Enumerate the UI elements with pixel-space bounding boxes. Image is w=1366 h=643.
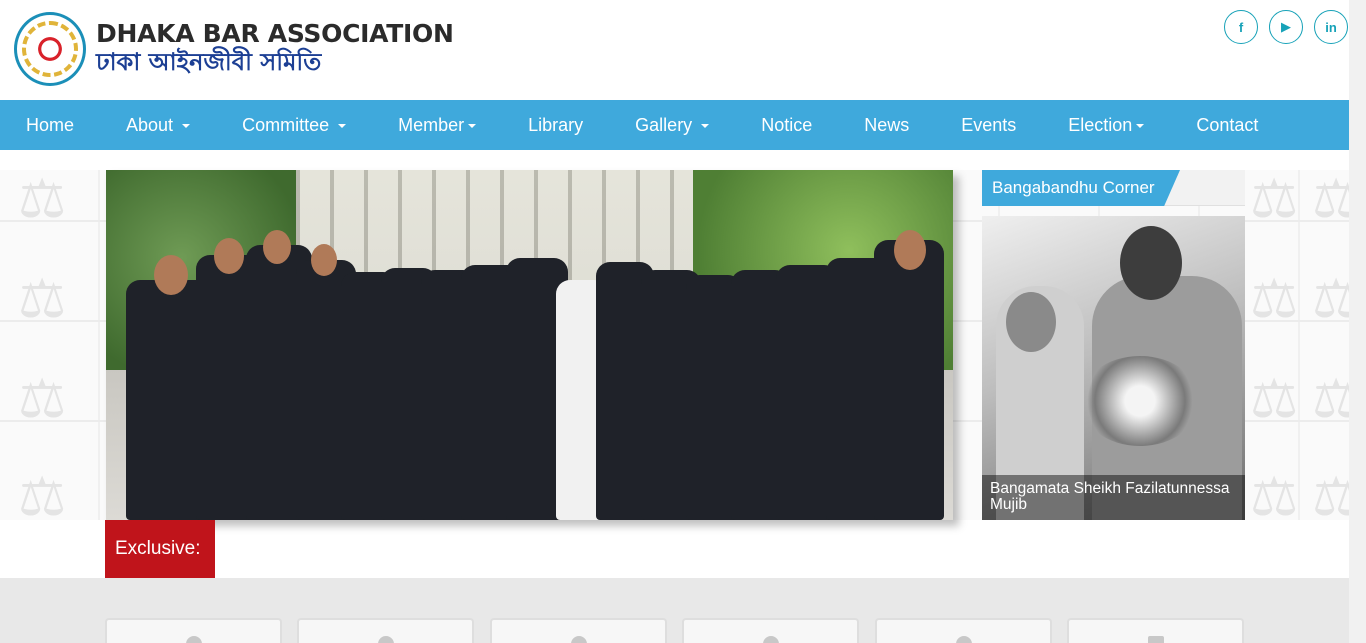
youtube-icon[interactable]: ▶ (1269, 10, 1303, 44)
social-links: f ▶ in (1224, 10, 1348, 44)
nav-item-home[interactable]: Home (26, 115, 74, 136)
facebook-icon[interactable]: f (1224, 10, 1258, 44)
hero-slider-image[interactable] (106, 170, 953, 520)
exclusive-news-label: Exclusive: (105, 520, 215, 578)
nav-item-member[interactable]: Member (398, 115, 477, 136)
quick-link-card[interactable] (875, 618, 1052, 643)
nav-item-committee[interactable]: Committee (242, 115, 347, 136)
quick-link-icon (570, 636, 587, 643)
caret-down-icon (468, 123, 477, 128)
section-heading[interactable]: Bangabandhu Corner (982, 170, 1180, 206)
quick-link-icon (377, 636, 394, 643)
photo-caption: Bangamata Sheikh Fazilatunnessa Mujib (982, 475, 1245, 520)
association-seal-icon (14, 12, 86, 86)
group-photo (126, 200, 946, 520)
nav-item-news[interactable]: News (864, 115, 909, 136)
scales-icon: ⚖ (18, 467, 67, 527)
nav-item-gallery[interactable]: Gallery (635, 115, 710, 136)
caret-down-icon (701, 123, 710, 128)
nav-item-library[interactable]: Library (528, 115, 583, 136)
site-title-bangla: ঢাকা আইনজীবী সমিতি (96, 48, 322, 76)
main-navigation: Home About Committee Member Library Gall… (0, 100, 1349, 150)
linkedin-icon[interactable]: in (1314, 10, 1348, 44)
nav-item-contact[interactable]: Contact (1196, 115, 1258, 136)
site-title-english: DHAKA BAR ASSOCIATION (96, 19, 454, 48)
quick-link-icon (955, 636, 972, 643)
quick-link-icon (1147, 636, 1164, 643)
quick-link-card[interactable] (1067, 618, 1244, 643)
quick-link-card[interactable] (490, 618, 667, 643)
scales-icon: ⚖ (18, 269, 67, 329)
quick-links-area (0, 578, 1349, 643)
site-header: DHAKA BAR ASSOCIATION ঢাকা আইনজীবী সমিতি… (0, 0, 1366, 100)
caret-down-icon (1136, 123, 1145, 128)
quick-link-card[interactable] (682, 618, 859, 643)
scales-icon: ⚖ (18, 369, 67, 429)
quick-link-card[interactable] (105, 618, 282, 643)
nav-item-election[interactable]: Election (1068, 115, 1145, 136)
caret-down-icon (338, 123, 347, 128)
nav-item-about[interactable]: About (126, 115, 191, 136)
nav-item-notice[interactable]: Notice (761, 115, 812, 136)
nav-item-events[interactable]: Events (961, 115, 1016, 136)
scales-icon: ⚖ (1250, 269, 1299, 329)
caret-down-icon (182, 123, 191, 128)
scales-icon: ⚖ (1250, 169, 1299, 229)
site-logo[interactable]: DHAKA BAR ASSOCIATION ঢাকা আইনজীবী সমিতি (14, 12, 454, 86)
page: DHAKA BAR ASSOCIATION ঢাকা আইনজীবী সমিতি… (0, 0, 1366, 643)
quick-link-card[interactable] (297, 618, 474, 643)
bangabandhu-corner: Bangabandhu Corner Bangamata Sheikh Fazi… (982, 170, 1245, 520)
page-scrollbar[interactable] (1349, 0, 1366, 643)
quick-link-icon (762, 636, 779, 643)
scales-icon: ⚖ (1250, 369, 1299, 429)
scales-icon: ⚖ (18, 169, 67, 229)
scales-icon: ⚖ (1250, 467, 1299, 527)
bangabandhu-corner-photo[interactable]: Bangamata Sheikh Fazilatunnessa Mujib (982, 216, 1245, 520)
quick-link-icon (185, 636, 202, 643)
